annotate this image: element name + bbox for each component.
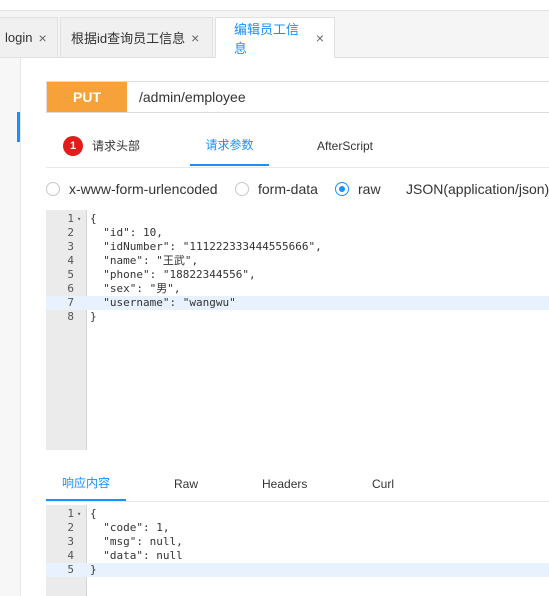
code-line: 3 "idNumber": "111222333444555666", xyxy=(46,240,549,254)
raw-content-type[interactable]: JSON(application/json) xyxy=(406,178,549,200)
url-input[interactable]: /admin/employee xyxy=(139,82,246,112)
tab-label: Curl xyxy=(372,476,395,491)
close-icon[interactable]: × xyxy=(316,30,324,46)
tab-label: Headers xyxy=(262,476,308,491)
code-text: } xyxy=(90,310,97,323)
code-line: 1 ▾ { xyxy=(46,212,549,226)
line-number: 3 xyxy=(67,535,74,548)
code-line: 2 "id": 10, xyxy=(46,226,549,240)
tab-label: login xyxy=(5,30,33,45)
tab-response-raw[interactable]: Raw xyxy=(174,466,198,501)
line-number: 2 xyxy=(67,226,74,239)
raw-content-type-label: JSON(application/json) xyxy=(406,181,549,197)
tab-label: 请求参数 xyxy=(205,138,254,152)
code-line: 4 "name": "王武", xyxy=(46,254,549,268)
code-text: "username": "wangwu" xyxy=(90,296,236,309)
tab-afterscript[interactable]: AfterScript xyxy=(317,125,373,166)
tab-query-employee[interactable]: 根据id查询员工信息 × xyxy=(60,17,213,57)
side-panel-indicator xyxy=(17,112,20,142)
code-text: { xyxy=(90,507,97,520)
code-text: "sex": "男", xyxy=(90,282,181,295)
code-text: } xyxy=(90,563,97,576)
code-text: "name": "王武", xyxy=(90,254,199,267)
close-icon[interactable]: × xyxy=(38,30,46,46)
code-line: 7 "username": "wangwu" xyxy=(46,296,549,310)
request-subtabs: 1 请求头部 请求参数 AfterScript xyxy=(46,125,549,168)
radio-label: raw xyxy=(358,181,381,197)
code-line: 8} xyxy=(46,310,549,324)
headers-count-badge: 1 xyxy=(63,135,83,156)
tab-label: 编辑员工信息 xyxy=(234,22,300,56)
line-number: 3 xyxy=(67,240,74,253)
tab-response-curl[interactable]: Curl xyxy=(372,466,394,501)
fold-arrow-icon[interactable]: ▾ xyxy=(77,507,81,521)
tab-label: 响应内容 xyxy=(61,476,110,490)
line-number: 8 xyxy=(67,310,74,323)
code-text: "phone": "18822344556", xyxy=(90,268,256,281)
close-icon[interactable]: × xyxy=(191,30,199,46)
request-body-editor[interactable]: 1 ▾{2 "id": 10, 3 "idNumber": "11122233344… xyxy=(46,210,549,450)
code-text: "id": 10, xyxy=(90,226,163,239)
tab-response-headers[interactable]: Headers xyxy=(262,466,307,501)
radio-form-data[interactable]: form-data xyxy=(235,178,318,200)
line-number: 2 xyxy=(67,521,74,534)
window-top-bar xyxy=(0,0,549,11)
tab-label: 根据id查询员工信息 xyxy=(71,31,186,46)
line-number: 5 xyxy=(67,268,74,281)
request-url-bar: PUT /admin/employee xyxy=(46,81,549,113)
line-number: 1 xyxy=(67,212,74,225)
line-number: 4 xyxy=(67,549,74,562)
response-tabs: 响应内容 Raw Headers Curl xyxy=(46,466,549,502)
code-text: "code": 1, xyxy=(90,521,170,534)
fold-arrow-icon[interactable]: ▾ xyxy=(77,212,81,226)
tab-request-params[interactable]: 请求参数 xyxy=(190,125,269,166)
radio-label: x-www-form-urlencoded xyxy=(69,181,218,197)
line-number: 1 xyxy=(67,507,74,520)
code-line: 5} xyxy=(46,563,549,577)
code-line: 2 "code": 1, xyxy=(46,521,549,535)
radio-circle[interactable] xyxy=(46,182,60,196)
tab-request-headers[interactable]: 1 请求头部 xyxy=(63,125,140,166)
code-line: 4 "data": null xyxy=(46,549,549,563)
code-text: { xyxy=(90,212,97,225)
tab-response-content[interactable]: 响应内容 xyxy=(46,466,126,501)
code-line: 5 "phone": "18822344556", xyxy=(46,268,549,282)
method-select[interactable]: PUT xyxy=(47,82,127,112)
tab-bar: login × 根据id查询员工信息 × 编辑员工信息 × xyxy=(0,11,549,58)
code-line: 3 "msg": null, xyxy=(46,535,549,549)
tab-login[interactable]: login × xyxy=(0,17,58,57)
tab-label: 请求头部 xyxy=(92,139,141,153)
line-number: 6 xyxy=(67,282,74,295)
response-body-viewer[interactable]: 1 ▾{2 "code": 1, 3 "msg": null, 4 "data": n… xyxy=(46,505,549,596)
code-text: "msg": null, xyxy=(90,535,183,548)
code-text: "data": null xyxy=(90,549,183,562)
line-number: 4 xyxy=(67,254,74,267)
radio-circle[interactable] xyxy=(235,182,249,196)
radio-x-www-form-urlencoded[interactable]: x-www-form-urlencoded xyxy=(46,178,218,200)
code-line: 1 ▾ { xyxy=(46,507,549,521)
code-text: "idNumber": "111222333444555666", xyxy=(90,240,322,253)
radio-circle-selected[interactable] xyxy=(335,182,349,196)
body-type-options: x-www-form-urlencoded form-data raw JSON… xyxy=(46,178,549,200)
code-line: 6 "sex": "男", xyxy=(46,282,549,296)
tab-label: AfterScript xyxy=(317,138,374,153)
line-number: 7 xyxy=(67,296,74,309)
tab-edit-employee[interactable]: 编辑员工信息 × xyxy=(215,17,335,58)
line-number: 5 xyxy=(67,563,74,576)
radio-label: form-data xyxy=(258,181,318,197)
radio-raw[interactable]: raw xyxy=(335,178,381,200)
tab-label: Raw xyxy=(174,476,199,491)
